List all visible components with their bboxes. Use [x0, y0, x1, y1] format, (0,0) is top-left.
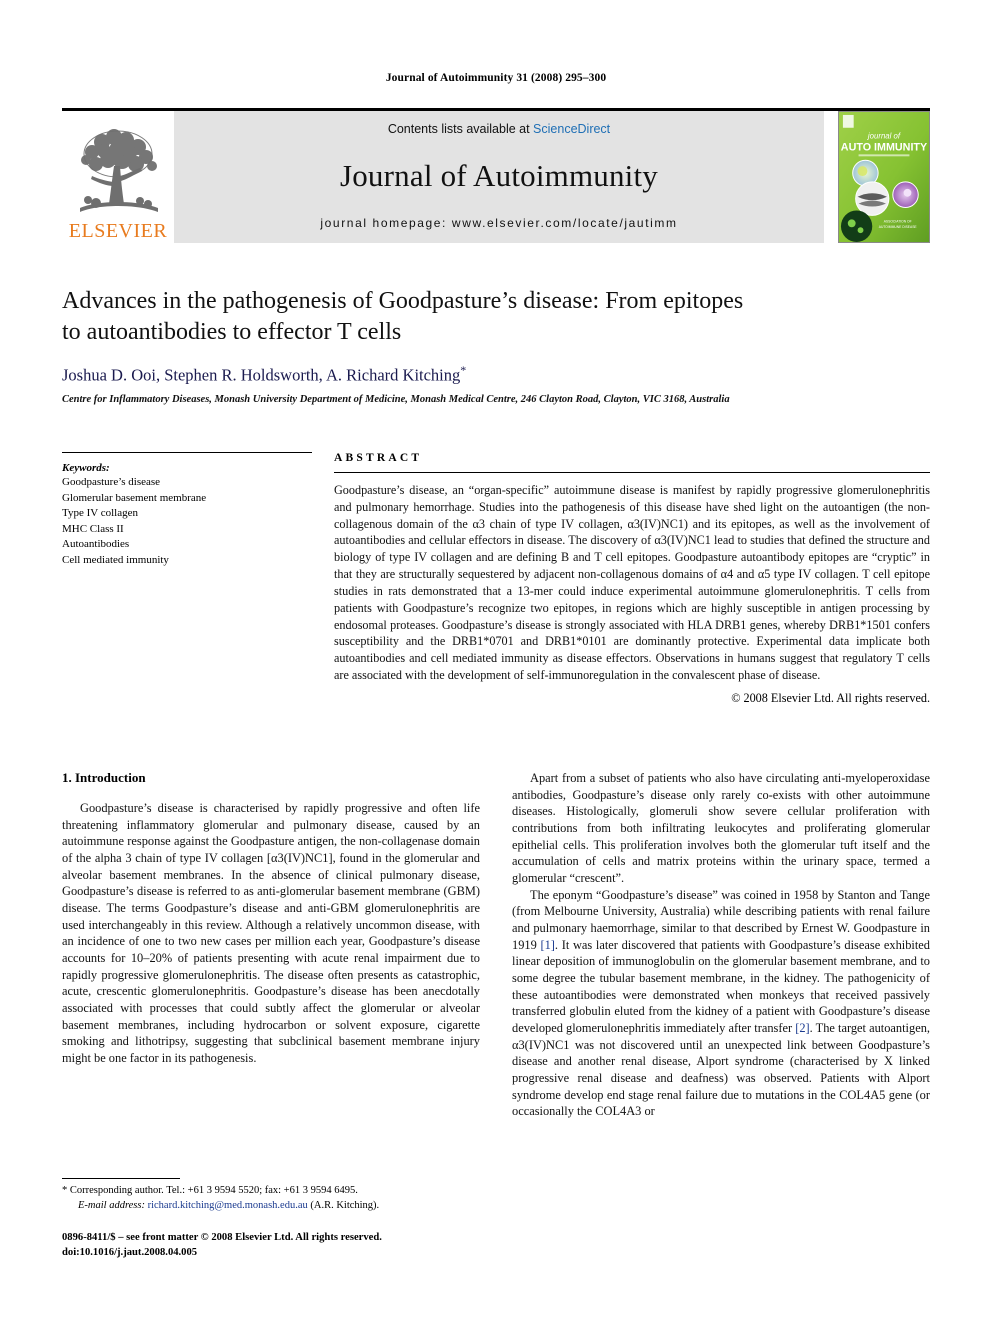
keywords-heading: Keywords: — [62, 462, 110, 474]
email-note: E-mail address: richard.kitching@med.mon… — [62, 1198, 480, 1213]
contents-prefix: Contents lists available at — [387, 122, 534, 136]
elsevier-logo: ELSEVIER — [62, 111, 174, 243]
paragraph-right-1: Apart from a subset of patients who also… — [512, 771, 930, 886]
abstract-label: ABSTRACT — [334, 452, 423, 464]
paragraph-right-2: The eponym “Goodpasture’s disease” was c… — [512, 887, 930, 1120]
body-columns: 1. Introduction Goodpasture’s disease is… — [62, 770, 930, 1120]
elsevier-tree-icon — [68, 124, 168, 220]
email-link[interactable]: richard.kitching@med.monash.edu.au — [148, 1200, 308, 1211]
journal-band: Contents lists available at ScienceDirec… — [174, 111, 824, 243]
citation-link-1[interactable]: [1] — [540, 938, 554, 952]
keyword-item: Cell mediated immunity — [62, 554, 169, 567]
running-head: Journal of Autoimmunity 31 (2008) 295–30… — [385, 72, 607, 84]
author-names: Joshua D. Ooi, Stephen R. Holdsworth, A.… — [62, 365, 461, 385]
citation-link-2[interactable]: [2] — [795, 1021, 809, 1035]
journal-masthead: ELSEVIER Contents lists available at Sci… — [62, 108, 930, 243]
svg-text:AUTO IMMUNITY: AUTO IMMUNITY — [841, 141, 928, 153]
svg-text:AUTOIMMUNE DISEASE: AUTOIMMUNE DISEASE — [879, 225, 918, 229]
corresponding-author-note: * Corresponding author. Tel.: +61 3 9594… — [62, 1185, 358, 1196]
page-footer: 0896-8411/$ – see front matter © 2008 El… — [62, 1231, 622, 1261]
sciencedirect-link[interactable]: ScienceDirect — [533, 122, 610, 136]
right-column: Apart from a subset of patients who also… — [512, 770, 930, 1120]
abstract-block: ABSTRACT Goodpasture’s disease, an “orga… — [334, 452, 930, 706]
journal-cover-thumbnail: journal of AUTO IMMUNITY ASSOCIATION OF … — [838, 111, 930, 243]
left-column: 1. Introduction Goodpasture’s disease is… — [62, 770, 480, 1120]
contents-available-line: Contents lists available at ScienceDirec… — [388, 122, 610, 136]
article-title: Advances in the pathogenesis of Goodpast… — [62, 286, 930, 347]
article-title-line1: Advances in the pathogenesis of Goodpast… — [62, 288, 744, 314]
footer-issn-line: 0896-8411/$ – see front matter © 2008 El… — [62, 1232, 382, 1243]
keyword-item: Type IV collagen — [62, 507, 139, 520]
article-page: Journal of Autoimmunity 31 (2008) 295–30… — [0, 0, 992, 1323]
paragraph-right-2-part-c: . The target autoantigen, α3(IV)NC1 was … — [512, 1021, 930, 1119]
elsevier-wordmark: ELSEVIER — [68, 220, 168, 242]
keyword-item: MHC Class II — [62, 522, 124, 535]
abstract-section: Keywords: Goodpasture’s disease Glomerul… — [62, 452, 930, 706]
email-label: E-mail address: — [78, 1200, 145, 1212]
abstract-copyright: © 2008 Elsevier Ltd. All rights reserved… — [731, 690, 930, 705]
author-affiliation: Centre for Inflammatory Diseases, Monash… — [62, 393, 730, 405]
footer-doi-line: doi:10.1016/j.jaut.2008.04.005 — [62, 1246, 198, 1258]
footnote-divider — [62, 1178, 180, 1179]
journal-homepage-link[interactable]: journal homepage: www.elsevier.com/locat… — [320, 216, 677, 230]
svg-text:ASSOCIATION OF: ASSOCIATION OF — [884, 219, 912, 223]
email-suffix: (A.R. Kitching). — [307, 1200, 380, 1212]
keyword-item: Goodpasture’s disease — [62, 476, 161, 488]
title-block: Advances in the pathogenesis of Goodpast… — [62, 286, 930, 405]
article-title-line2: to autoantibodies to effector T cells — [62, 318, 402, 345]
keyword-item: Autoantibodies — [62, 538, 130, 551]
paragraph-left-1: Goodpasture’s disease is characterised b… — [62, 801, 480, 1066]
abstract-text: Goodpasture’s disease, an “organ-specifi… — [334, 483, 930, 683]
section-heading-introduction: 1. Introduction — [62, 770, 146, 785]
abstract-divider — [334, 472, 930, 473]
keywords-block: Keywords: Goodpasture’s disease Glomerul… — [62, 452, 312, 706]
journal-title: Journal of Autoimmunity — [339, 158, 659, 193]
footnote-block: * Corresponding author. Tel.: +61 3 9594… — [62, 1178, 480, 1213]
author-list: Joshua D. Ooi, Stephen R. Holdsworth, A.… — [62, 363, 930, 386]
keyword-item: Glomerular basement membrane — [62, 491, 207, 504]
corresponding-author-marker: * — [460, 363, 467, 378]
svg-text:journal of: journal of — [867, 132, 901, 141]
